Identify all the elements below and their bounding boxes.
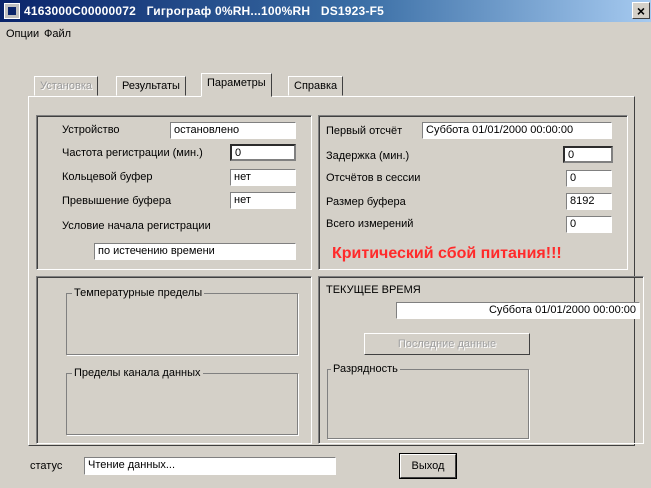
- total-field: 0: [566, 216, 612, 233]
- critical-power-warning: Критический сбой питания!!!: [332, 245, 562, 262]
- exit-button[interactable]: Выход: [399, 453, 457, 479]
- tab-setup: Установка: [34, 76, 98, 96]
- start-condition-label: Условие начала регистрации: [62, 220, 211, 232]
- ring-buffer-field: нет: [230, 169, 296, 186]
- window-title: 4163000C00000072 Гигрограф 0%RH...100%RH…: [24, 4, 385, 18]
- total-label: Всего измерений: [326, 218, 414, 230]
- menu-file[interactable]: Файл: [44, 28, 71, 40]
- device-state-field: остановлено: [170, 122, 296, 139]
- ring-buffer-label: Кольцевой буфер: [62, 171, 153, 183]
- temperature-limits-title: Температурные пределы: [72, 287, 205, 299]
- current-time-field: Суббота 01/01/2000 00:00:00: [396, 302, 640, 319]
- tab-results[interactable]: Результаты: [116, 76, 186, 96]
- channel-limits-title: Пределы канала данных: [72, 367, 203, 379]
- tab-parameters[interactable]: Параметры: [201, 73, 272, 97]
- bit-depth-group: [327, 369, 529, 439]
- menu-bar: Опции Файл: [0, 22, 651, 54]
- channel-limits-group: [66, 373, 298, 435]
- status-label: статус: [30, 460, 63, 472]
- rate-field[interactable]: 0: [230, 144, 296, 161]
- first-sample-label: Первый отсчёт: [326, 125, 403, 137]
- bit-depth-title: Разрядность: [331, 363, 400, 375]
- temperature-limits-group: [66, 293, 298, 355]
- session-count-label: Отсчётов в сессии: [326, 172, 421, 184]
- buffer-size-label: Размер буфера: [326, 196, 406, 208]
- close-button[interactable]: ×: [632, 2, 650, 19]
- current-time-title: ТЕКУЩЕЕ ВРЕМЯ: [326, 284, 421, 296]
- overflow-field: нет: [230, 192, 296, 209]
- session-count-field: 0: [566, 170, 612, 187]
- tab-help[interactable]: Справка: [288, 76, 344, 96]
- overflow-label: Превышение буфера: [62, 195, 172, 207]
- device-label: Устройство: [62, 124, 120, 136]
- start-condition-field: по истечению времени: [94, 243, 296, 260]
- menu-options[interactable]: Опции: [6, 28, 39, 40]
- delay-field[interactable]: 0: [563, 146, 613, 163]
- delay-label: Задержка (мин.): [326, 150, 410, 162]
- rate-label: Частота регистрации (мин.): [62, 147, 203, 159]
- last-data-button[interactable]: Последние данные: [364, 333, 530, 355]
- app-icon: [4, 3, 20, 19]
- first-sample-field: Суббота 01/01/2000 00:00:00: [422, 122, 612, 139]
- title-bar: 4163000C00000072 Гигрограф 0%RH...100%RH…: [0, 0, 651, 22]
- status-field: Чтение данных...: [84, 457, 336, 475]
- buffer-size-field: 8192: [566, 193, 612, 210]
